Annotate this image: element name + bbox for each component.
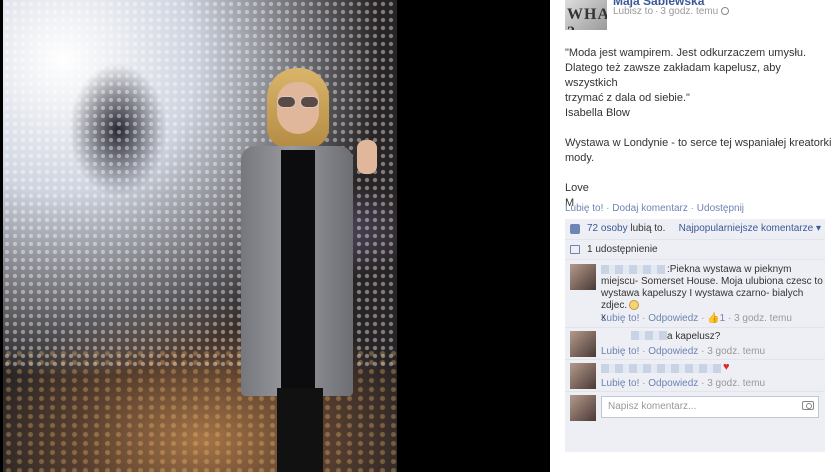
commenter-avatar[interactable] [570,331,596,357]
comment-input[interactable]: Napisz komentarz... [601,396,819,418]
post-line: mody. [565,152,595,164]
face [277,82,319,134]
thumbs-up-icon [570,224,580,234]
smile-icon [629,300,640,310]
commenter-avatar[interactable] [570,363,596,389]
post-actions: Lubię to! · Dodaj komentarz · Udostępnij [565,203,744,214]
comment-time[interactable]: 3 godz. temu [707,378,765,389]
likes-summary: 72 osoby lubią to. [587,223,665,234]
blurred-name [601,364,721,373]
current-user-avatar [570,395,596,421]
peace-sign-hand [357,140,377,174]
likes-suffix: lubią to. [630,223,666,234]
comment-actions: Lubię to! · Odpowiedz · 👍1 · 3 godz. tem… [601,313,792,324]
comment-text: a kapelusz? [667,331,721,342]
photo-area [0,0,550,472]
post-line: Isabella Blow [565,107,630,119]
comment-actions: Lubię to! · Odpowiedz · 3 godz. temu [601,378,765,389]
post-meta: Lubisz to · 3 godz. temu [613,6,730,17]
sort-comments-dropdown[interactable]: Najpopularniejsze komentarze ▾ [679,223,821,234]
comment-like-button[interactable]: Lubię to! [601,346,639,357]
comment-line: :Piekna wystawa w pieknym [667,264,792,275]
photo [3,0,397,472]
comment-likes-count-icon: 👍 [707,313,720,324]
comment-likes-count[interactable]: 1 [720,313,726,324]
comment-line: miejscu- Somerset House. Moja ulubiona c… [601,276,823,287]
post-line: Dlatego też zawsze zakładam kapelusz, ab… [565,62,781,89]
lightbox: WHAT 2 Maja Sablewska Lubisz to·3 godz. … [0,0,840,472]
post-text: "Moda jest wampirem. Jest odkurzaczem um… [565,46,833,211]
post-line: trzymać z dala od siebie." [565,92,690,104]
share-icon [570,245,580,254]
action-separator: · [690,203,694,214]
post-line: Love [565,182,589,194]
shares-row: 1 udostępnienie [565,240,825,260]
comment-actions: Lubię to! · Odpowiedz · 3 godz. temu [601,346,765,357]
post-line: Wystawa w Londynie - to serce tej wspani… [565,137,832,149]
author-avatar[interactable]: WHAT 2 [565,0,607,30]
like-link[interactable]: Lubisz to [613,6,653,17]
comment-like-button[interactable]: Lubię to! [601,313,639,324]
comment-time[interactable]: 3 godz. temu [734,313,792,324]
action-separator: · [606,203,610,214]
post-header: WHAT 2 Maja Sablewska Lubisz to·3 godz. … [565,0,835,34]
share-button[interactable]: Udostępnij [697,203,744,214]
sunglasses [277,96,321,108]
heart-icon: ♥ [723,361,730,373]
globe-icon [721,7,730,15]
comment-item: :Piekna wystawa w pieknym miejscu- Somer… [565,260,825,328]
legs [277,388,323,472]
likes-row: 72 osoby lubią to. Najpopularniejsze kom… [565,219,825,240]
shares-link[interactable]: 1 udostępnienie [587,244,658,255]
post-time[interactable]: 3 godz. temu [660,6,718,17]
black-shirt [281,150,315,390]
camera-icon[interactable] [802,401,814,410]
commenter-avatar[interactable] [570,264,596,290]
like-button[interactable]: Lubię to! [565,203,603,214]
feedback-panel: 72 osoby lubią to. Najpopularniejsze kom… [565,219,825,452]
avatar-text: WHAT 2 [567,6,607,30]
comment-time[interactable]: 3 godz. temu [707,346,765,357]
post-line: "Moda jest wampirem. Jest odkurzaczem um… [565,47,807,59]
meta-separator: · [655,6,659,17]
comment-item: ♥ Lubię to! · Odpowiedz · 3 godz. temu [565,360,825,392]
comment-reply-button[interactable]: Odpowiedz [648,346,698,357]
comment-composer: Napisz komentarz... [565,392,825,423]
comment-item: a kapelusz? Lubię to! · Odpowiedz · 3 go… [565,328,825,360]
add-comment-button[interactable]: Dodaj komentarz [612,203,688,214]
woman-figure [241,68,391,472]
blurred-name [631,331,667,340]
comment-reply-button[interactable]: Odpowiedz [648,378,698,389]
likes-count-link[interactable]: 72 osoby [587,223,628,234]
comment-like-button[interactable]: Lubię to! [601,378,639,389]
comment-reply-button[interactable]: Odpowiedz [648,313,698,324]
